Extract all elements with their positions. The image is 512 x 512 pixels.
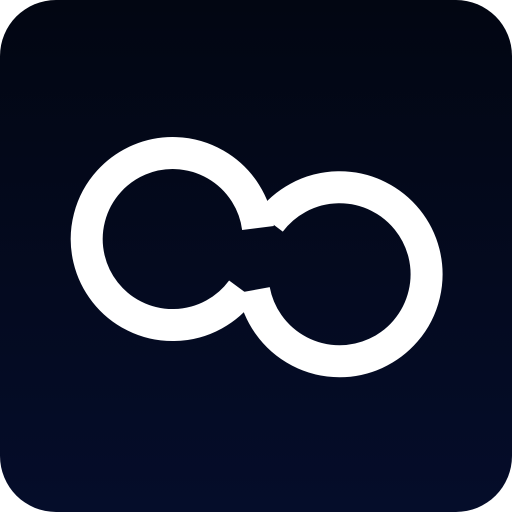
infinity-icon (0, 0, 512, 512)
app-icon[interactable] (0, 0, 512, 512)
icon-canvas (0, 0, 512, 512)
